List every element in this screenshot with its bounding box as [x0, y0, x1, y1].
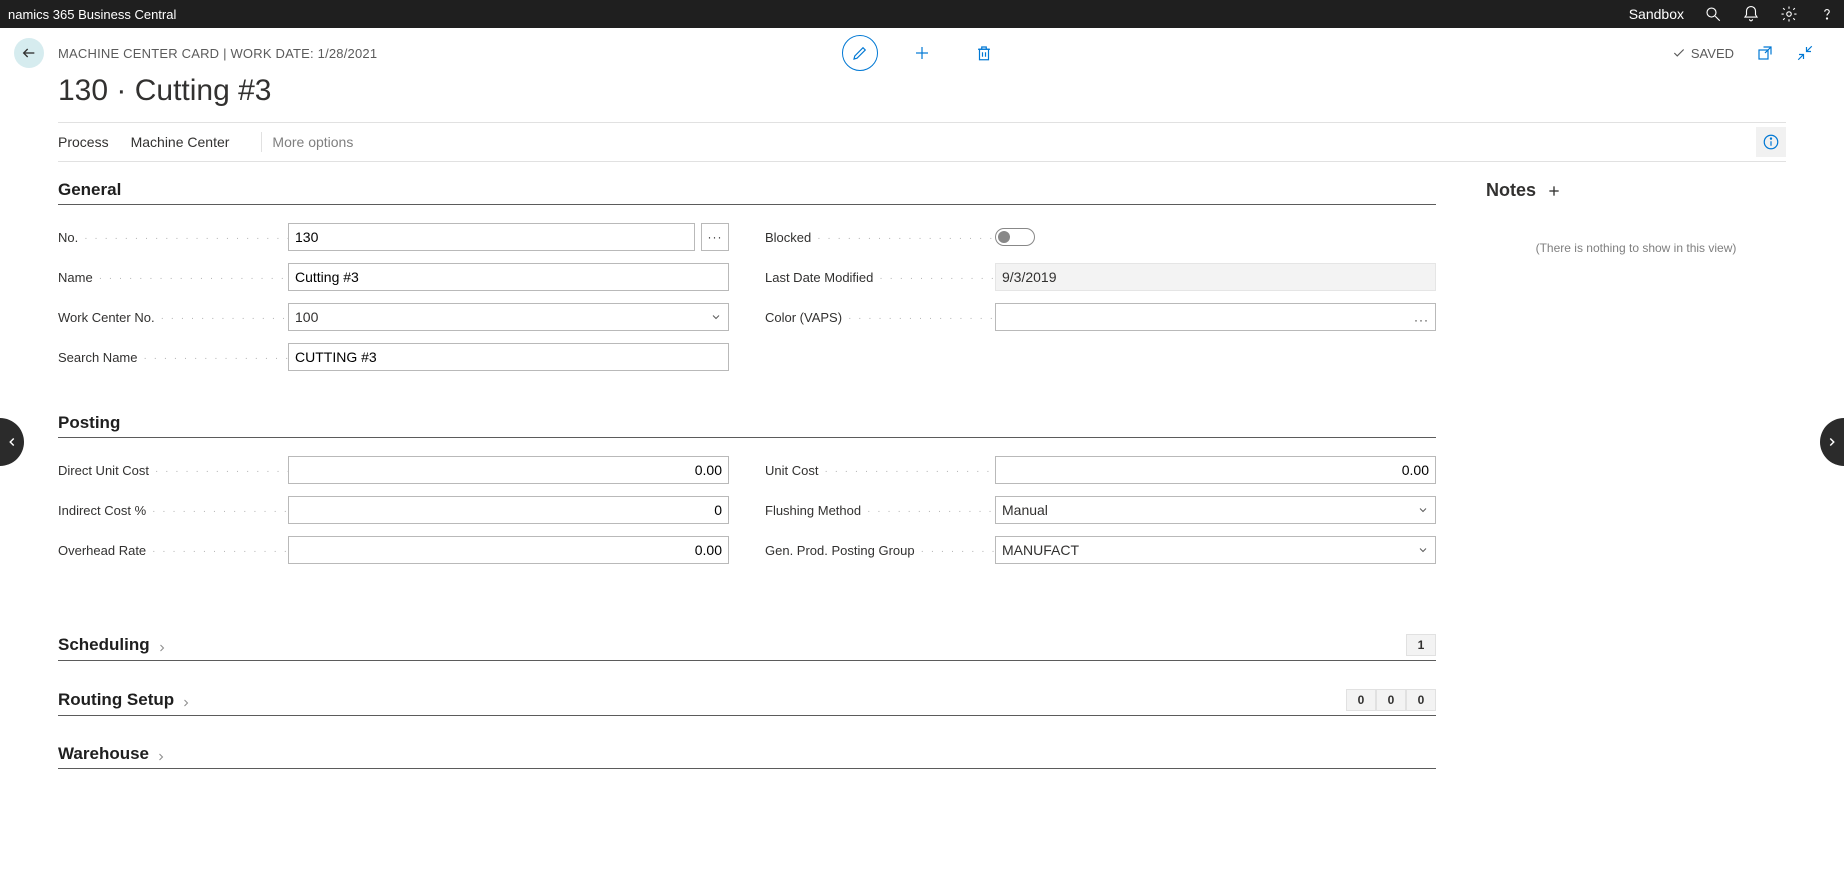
fasttab-scheduling-label: Scheduling: [58, 635, 150, 655]
routing-badge-0: 0: [1346, 689, 1376, 711]
work-center-no-label: Work Center No.: [58, 310, 288, 325]
page-header: MACHINE CENTER CARD | WORK DATE: 1/28/20…: [0, 28, 1844, 68]
saved-indicator: SAVED: [1672, 46, 1734, 61]
help-icon[interactable]: [1818, 5, 1836, 23]
scheduling-badge: 1: [1406, 634, 1436, 656]
blocked-label: Blocked: [765, 230, 995, 245]
popout-icon[interactable]: [1756, 44, 1774, 62]
no-lookup-button[interactable]: ···: [701, 223, 729, 251]
environment-badge: Sandbox: [1629, 6, 1684, 22]
no-label: No.: [58, 230, 288, 245]
factbox-toggle-icon[interactable]: [1756, 127, 1786, 157]
direct-unit-cost-label: Direct Unit Cost: [58, 463, 288, 478]
search-icon[interactable]: [1704, 5, 1722, 23]
action-bar: Process Machine Center More options: [58, 122, 1786, 162]
unit-cost-input[interactable]: [995, 456, 1436, 484]
action-separator: [261, 132, 262, 152]
factbox-pane: Notes (There is nothing to show in this …: [1486, 180, 1786, 769]
notes-heading-label: Notes: [1486, 180, 1536, 201]
edit-button[interactable]: [842, 35, 878, 71]
notes-empty-text: (There is nothing to show in this view): [1486, 241, 1786, 255]
flushing-method-label: Flushing Method: [765, 503, 995, 518]
action-process[interactable]: Process: [58, 134, 121, 150]
chevron-right-icon: [156, 639, 168, 651]
app-topbar: namics 365 Business Central Sandbox: [0, 0, 1844, 28]
fasttab-warehouse-label: Warehouse: [58, 744, 149, 764]
action-machine-center[interactable]: Machine Center: [131, 134, 242, 150]
add-note-icon[interactable]: [1546, 183, 1562, 199]
search-name-label: Search Name: [58, 350, 288, 365]
name-input[interactable]: [288, 263, 729, 291]
fasttab-warehouse-header[interactable]: Warehouse: [58, 744, 1436, 769]
new-button[interactable]: [904, 35, 940, 71]
work-center-no-select[interactable]: 100: [288, 303, 729, 331]
gen-prod-posting-label: Gen. Prod. Posting Group: [765, 543, 995, 558]
page-title: 130 · Cutting #3: [0, 68, 1844, 122]
app-title: namics 365 Business Central: [8, 7, 176, 22]
indirect-cost-input[interactable]: [288, 496, 729, 524]
fasttab-general-header[interactable]: General: [58, 180, 1436, 205]
gen-prod-posting-value: MANUFACT: [1002, 542, 1079, 558]
work-center-no-value: 100: [295, 309, 318, 325]
unit-cost-label: Unit Cost: [765, 463, 995, 478]
last-modified-label: Last Date Modified: [765, 270, 995, 285]
notes-header[interactable]: Notes: [1486, 180, 1786, 201]
saved-label: SAVED: [1691, 46, 1734, 61]
no-input[interactable]: [288, 223, 695, 251]
breadcrumb: MACHINE CENTER CARD | WORK DATE: 1/28/20…: [58, 46, 377, 61]
gen-prod-posting-select[interactable]: MANUFACT: [995, 536, 1436, 564]
last-modified-value: 9/3/2019: [995, 263, 1436, 291]
search-name-input[interactable]: [288, 343, 729, 371]
overhead-rate-input[interactable]: [288, 536, 729, 564]
direct-unit-cost-input[interactable]: [288, 456, 729, 484]
indirect-cost-label: Indirect Cost %: [58, 503, 288, 518]
fasttab-posting-header[interactable]: Posting: [58, 413, 1436, 438]
settings-icon[interactable]: [1780, 5, 1798, 23]
collapse-icon[interactable]: [1796, 44, 1814, 62]
blocked-toggle[interactable]: [995, 228, 1035, 246]
fasttab-general-label: General: [58, 180, 121, 200]
fasttab-routing-header[interactable]: Routing Setup 0 0 0: [58, 689, 1436, 716]
chevron-right-icon: [155, 748, 167, 760]
fasttab-scheduling-header[interactable]: Scheduling 1: [58, 634, 1436, 661]
back-button[interactable]: [14, 38, 44, 68]
chevron-down-icon: [710, 310, 722, 326]
color-select[interactable]: ···: [995, 303, 1436, 331]
flushing-method-value: Manual: [1002, 502, 1048, 518]
color-label: Color (VAPS): [765, 310, 995, 325]
name-label: Name: [58, 270, 288, 285]
routing-badge-2: 0: [1406, 689, 1436, 711]
flushing-method-select[interactable]: Manual: [995, 496, 1436, 524]
chevron-right-icon: [180, 694, 192, 706]
ellipsis-icon: ···: [1414, 313, 1429, 327]
fasttab-routing-label: Routing Setup: [58, 690, 174, 710]
routing-badge-1: 0: [1376, 689, 1406, 711]
chevron-down-icon: [1417, 543, 1429, 559]
action-more-options[interactable]: More options: [272, 134, 365, 150]
delete-button[interactable]: [966, 35, 1002, 71]
overhead-rate-label: Overhead Rate: [58, 543, 288, 558]
fasttab-posting-label: Posting: [58, 413, 120, 433]
chevron-down-icon: [1417, 503, 1429, 519]
notifications-icon[interactable]: [1742, 5, 1760, 23]
